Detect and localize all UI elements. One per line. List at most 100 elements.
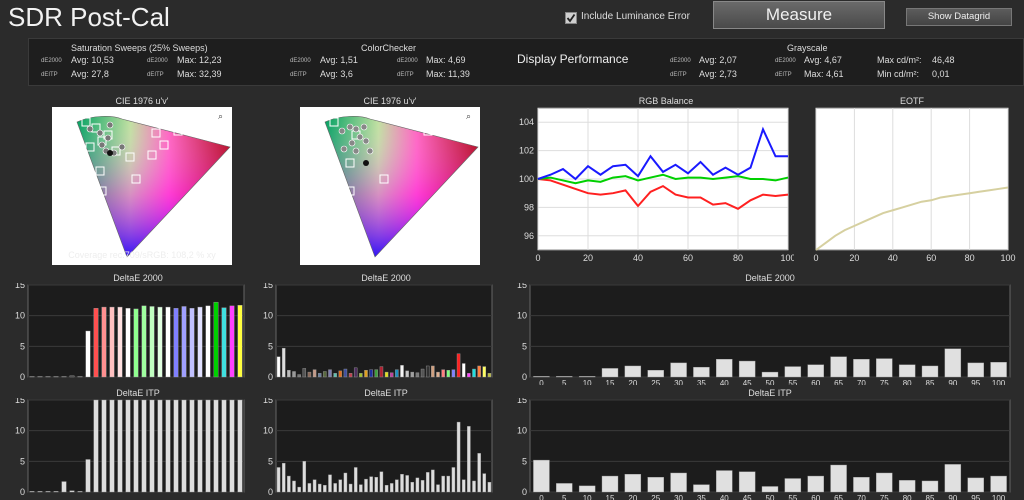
bar — [876, 472, 893, 493]
bar — [338, 479, 343, 493]
bar — [853, 477, 870, 493]
bar — [276, 356, 281, 378]
bar — [197, 399, 203, 493]
colorchecker-title: ColorChecker — [361, 43, 417, 53]
bar — [181, 399, 187, 493]
bar — [670, 362, 687, 378]
bar — [93, 308, 99, 378]
checkbox-checked-icon[interactable] — [565, 11, 577, 24]
bar — [420, 480, 425, 493]
cc-deitp-label: dEITP — [290, 72, 307, 78]
sat-de2000-chart: 0 5 10 15 — [15, 283, 245, 382]
x-tick-label: 80 — [903, 379, 912, 385]
bar — [436, 484, 440, 493]
cc-avg-deitp: Avg: 3,6 — [320, 69, 353, 79]
measure-button[interactable]: Measure — [713, 1, 885, 29]
cc-max-deitp: Max: 11,39 — [426, 69, 470, 79]
x-tick-label: 45 — [743, 379, 752, 385]
bar — [472, 368, 476, 378]
bar — [328, 369, 332, 378]
sat-max-deitp-label: dEITP — [147, 72, 164, 78]
bar — [29, 491, 35, 493]
bar — [647, 477, 664, 493]
bar — [189, 308, 195, 378]
bar — [45, 376, 51, 378]
bar — [784, 366, 802, 378]
bar — [374, 369, 379, 378]
sat-deitp-chart: 0 5 10 15 — [15, 398, 245, 497]
bar — [578, 376, 596, 378]
bar — [784, 478, 802, 493]
show-datagrid-button[interactable]: Show Datagrid — [906, 8, 1012, 26]
x-tick-label: 55 — [788, 494, 797, 500]
x-tick-label: 50 — [766, 494, 775, 500]
bar — [738, 360, 756, 378]
bar — [328, 474, 332, 493]
bar — [45, 491, 51, 493]
y-tick-label: 15 — [517, 398, 527, 405]
bar — [853, 359, 870, 378]
x-tick-label: 25 — [651, 379, 660, 385]
bar — [181, 306, 187, 378]
cc-max-de2000-label: dE2000 — [397, 58, 418, 64]
sat-deitp-title: DeltaE ITP — [116, 388, 160, 398]
bar — [157, 399, 163, 493]
gs-deitp-chart: 0 5 10 15 0 5 10 15 20 25 30 35 40 45 50 55 60 65 70 75 80 85… — [517, 398, 1011, 500]
bar — [323, 485, 327, 493]
bar — [410, 371, 415, 378]
dp-avg-deitp: Avg: 2,73 — [699, 69, 737, 79]
bar — [487, 481, 492, 493]
x-tick-label: 95 — [971, 379, 980, 385]
bar — [312, 479, 317, 493]
cie-left-title: CIE 1976 u'v' — [115, 96, 169, 106]
x-tick-label: 35 — [697, 494, 706, 500]
x-tick-label: 5 — [562, 494, 567, 500]
x-tick-label: 80 — [965, 253, 975, 263]
bar — [237, 399, 243, 493]
x-tick-label: 55 — [788, 379, 797, 385]
bar — [229, 399, 235, 493]
bar — [461, 363, 466, 378]
bar — [61, 376, 67, 378]
eotf-chart: 0 20 40 60 80 100 — [813, 107, 1016, 263]
bar — [197, 306, 203, 378]
bar — [125, 308, 131, 378]
x-tick-label: 40 — [633, 253, 643, 263]
bar — [482, 473, 487, 493]
x-tick-label: 30 — [674, 379, 683, 385]
bar — [807, 475, 824, 493]
rgb-balance-chart: 96 98 100 102 104 0 20 40 60 80 100 — [519, 107, 794, 263]
y-tick-label: 102 — [519, 146, 534, 156]
bar — [921, 365, 939, 378]
luminance-error-checkbox[interactable]: Include Luminance Error — [565, 11, 690, 24]
bar — [379, 366, 384, 378]
bar — [343, 368, 348, 378]
bar — [578, 485, 596, 493]
bar — [85, 459, 91, 493]
y-tick-label: 15 — [15, 283, 25, 290]
bar — [761, 486, 779, 493]
bar — [359, 484, 363, 493]
y-tick-label: 15 — [15, 398, 25, 405]
sat-avg-de2000: Avg: 10,53 — [71, 55, 114, 65]
bar — [425, 365, 430, 378]
x-tick-label: 0 — [539, 494, 544, 500]
sat-deitp-label: dEITP — [41, 72, 58, 78]
x-tick-label: 80 — [733, 253, 743, 263]
bar — [400, 474, 404, 493]
x-tick-label: 60 — [926, 253, 936, 263]
y-tick-label: 5 — [268, 456, 273, 466]
x-tick-label: 90 — [948, 379, 957, 385]
cc-de2000-label: dE2000 — [290, 58, 311, 64]
gs-deitp-label: dEITP — [775, 72, 792, 78]
cie-right-diagram: ⌕ — [300, 107, 480, 265]
bar — [281, 347, 286, 378]
bar — [441, 475, 445, 493]
bar — [237, 305, 243, 378]
bar — [482, 366, 487, 378]
plot-area — [529, 284, 1011, 378]
y-tick-label: 100 — [519, 174, 534, 184]
x-tick-label: 65 — [834, 379, 843, 385]
sat-avg-deitp: Avg: 27,8 — [71, 69, 109, 79]
bar — [323, 371, 327, 378]
